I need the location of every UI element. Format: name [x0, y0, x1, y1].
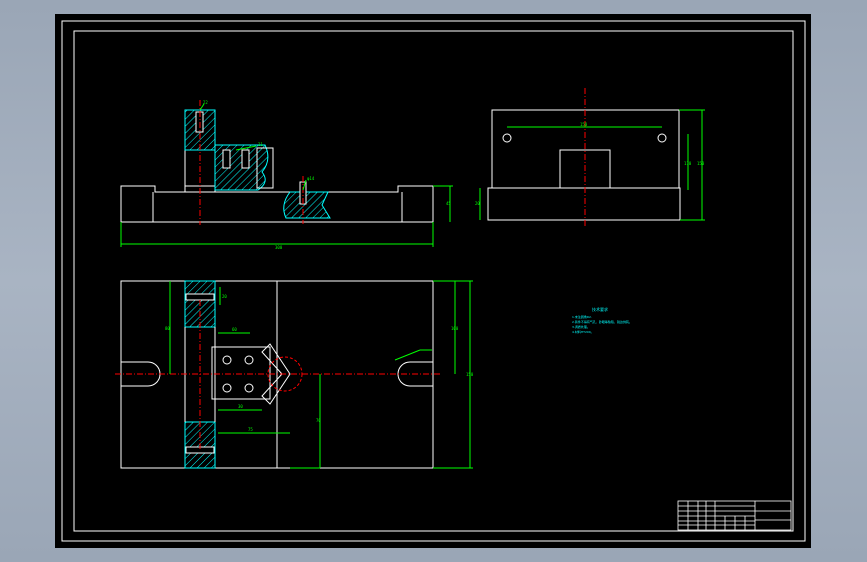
front-view-height-label: 45: [446, 201, 451, 206]
front-view-clamp-slot-1: [222, 149, 231, 169]
notes-title: 技术要求: [592, 306, 608, 312]
notes-line-3: 3.调质处理。: [572, 324, 590, 329]
front-view-callout-2: 21: [258, 142, 263, 147]
side-view-width-label: 150: [580, 122, 588, 127]
front-view-callout-3: φ14: [307, 176, 315, 181]
top-view-label-f: 100: [451, 326, 459, 331]
notes-line-4: 4.材料HT200。: [572, 329, 594, 334]
top-view-label-a: 20: [222, 294, 227, 299]
front-view-callout-1: 22: [203, 100, 208, 105]
front-view-clamp-slot-2: [241, 149, 250, 169]
top-view-label-b: 80: [165, 326, 170, 331]
cad-drawing-viewport[interactable]: 300 45 22 21 φ14 150 110 150 20 20 80 75…: [0, 0, 867, 562]
top-view-slot-top: [185, 293, 215, 301]
notes-line-1: 1.未注圆角R2.: [572, 314, 592, 319]
front-view-width-label: 300: [275, 245, 283, 250]
side-view-height-label-1: 110: [684, 161, 692, 166]
top-view-label-c: 75: [248, 427, 253, 432]
notes-line-2: 2.铸件不得有气孔、砂眼等缺陷，锐边倒钝。: [572, 319, 632, 324]
top-view-label-d: 60: [232, 327, 237, 332]
top-view-label-g: 30: [238, 404, 243, 409]
top-view-label-h: 70: [316, 418, 321, 423]
top-view-label-e: 150: [466, 372, 474, 377]
side-view-height-label-2: 150: [697, 161, 705, 166]
side-view-base-label: 20: [475, 201, 480, 206]
